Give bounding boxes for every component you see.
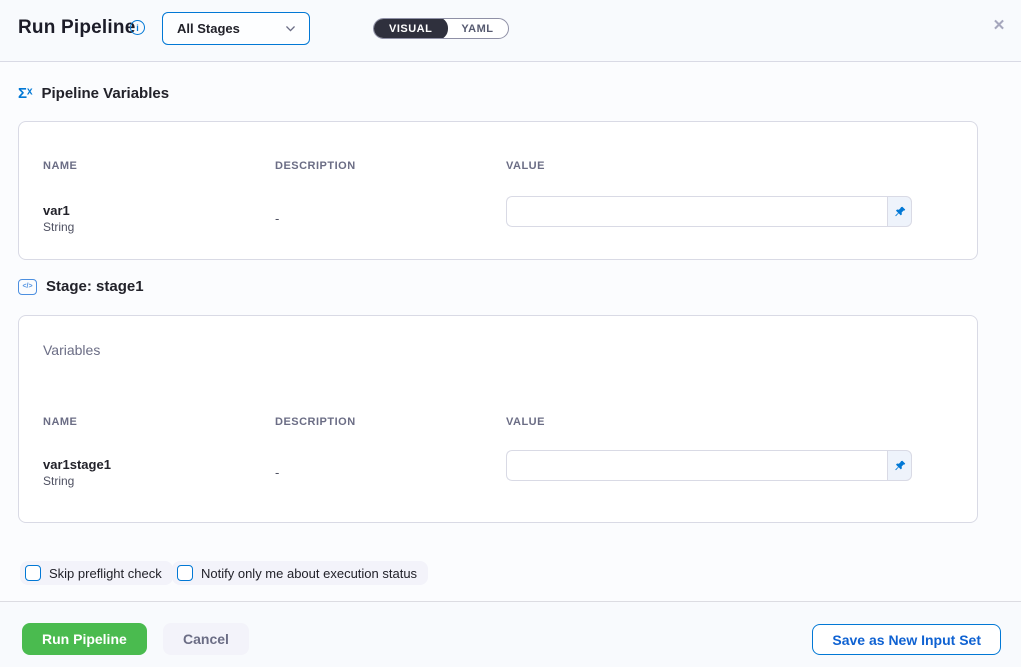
stage-heading: </> Stage: stage1 bbox=[18, 278, 144, 295]
dialog-header: Run Pipeline i All Stages VISUAL YAML ✕ bbox=[0, 0, 1021, 62]
fixed-value-pin-button[interactable] bbox=[887, 196, 912, 227]
column-header-name: NAME bbox=[43, 160, 77, 172]
column-header-description: DESCRIPTION bbox=[275, 416, 356, 428]
toggle-yaml[interactable]: YAML bbox=[447, 18, 507, 39]
column-header-value: VALUE bbox=[506, 160, 545, 172]
fixed-value-pin-button[interactable] bbox=[887, 450, 912, 481]
close-icon[interactable]: ✕ bbox=[989, 15, 1009, 35]
pipeline-variables-title: Pipeline Variables bbox=[42, 85, 170, 102]
stage-select[interactable]: All Stages bbox=[162, 12, 310, 45]
skip-preflight-label: Skip preflight check bbox=[49, 566, 162, 581]
pin-icon bbox=[893, 459, 907, 473]
skip-preflight-option[interactable]: Skip preflight check bbox=[20, 561, 173, 585]
variable-value-input[interactable] bbox=[506, 196, 887, 227]
notify-only-me-option[interactable]: Notify only me about execution status bbox=[172, 561, 428, 585]
info-icon[interactable]: i bbox=[130, 20, 145, 35]
run-pipeline-button[interactable]: Run Pipeline bbox=[22, 623, 147, 655]
sigma-icon: Σˣ bbox=[18, 86, 33, 101]
cancel-button[interactable]: Cancel bbox=[163, 623, 249, 655]
variable-type: String bbox=[43, 474, 74, 488]
column-header-value: VALUE bbox=[506, 416, 545, 428]
variable-name: var1stage1 bbox=[43, 457, 111, 472]
column-header-name: NAME bbox=[43, 416, 77, 428]
variable-value-group bbox=[506, 196, 912, 227]
dialog-footer: Run Pipeline Cancel Save as New Input Se… bbox=[0, 601, 1021, 667]
variable-name: var1 bbox=[43, 203, 70, 218]
visual-yaml-toggle: VISUAL YAML bbox=[373, 18, 509, 39]
pipeline-variables-heading: Σˣ Pipeline Variables bbox=[18, 85, 169, 102]
column-header-description: DESCRIPTION bbox=[275, 160, 356, 172]
stage-icon: </> bbox=[18, 279, 37, 295]
stage-variables-card: Variables NAME DESCRIPTION VALUE var1sta… bbox=[18, 315, 978, 523]
page-title: Run Pipeline bbox=[18, 17, 135, 39]
notify-only-me-checkbox[interactable] bbox=[177, 565, 193, 581]
toggle-visual[interactable]: VISUAL bbox=[373, 18, 448, 39]
variable-value-input[interactable] bbox=[506, 450, 887, 481]
variable-description: - bbox=[275, 211, 279, 226]
pin-icon bbox=[893, 205, 907, 219]
stage-select-value: All Stages bbox=[177, 21, 284, 36]
save-as-new-input-set-button[interactable]: Save as New Input Set bbox=[812, 624, 1001, 655]
chevron-down-icon bbox=[284, 22, 297, 35]
pipeline-variables-card: NAME DESCRIPTION VALUE var1 String - bbox=[18, 121, 978, 260]
run-pipeline-dialog: Run Pipeline i All Stages VISUAL YAML ✕ … bbox=[0, 0, 1021, 667]
notify-only-me-label: Notify only me about execution status bbox=[201, 566, 417, 581]
variables-panel-title: Variables bbox=[43, 342, 100, 358]
variable-type: String bbox=[43, 220, 74, 234]
variable-description: - bbox=[275, 465, 279, 480]
skip-preflight-checkbox[interactable] bbox=[25, 565, 41, 581]
stage-title: Stage: stage1 bbox=[46, 278, 144, 295]
variable-value-group bbox=[506, 450, 912, 481]
